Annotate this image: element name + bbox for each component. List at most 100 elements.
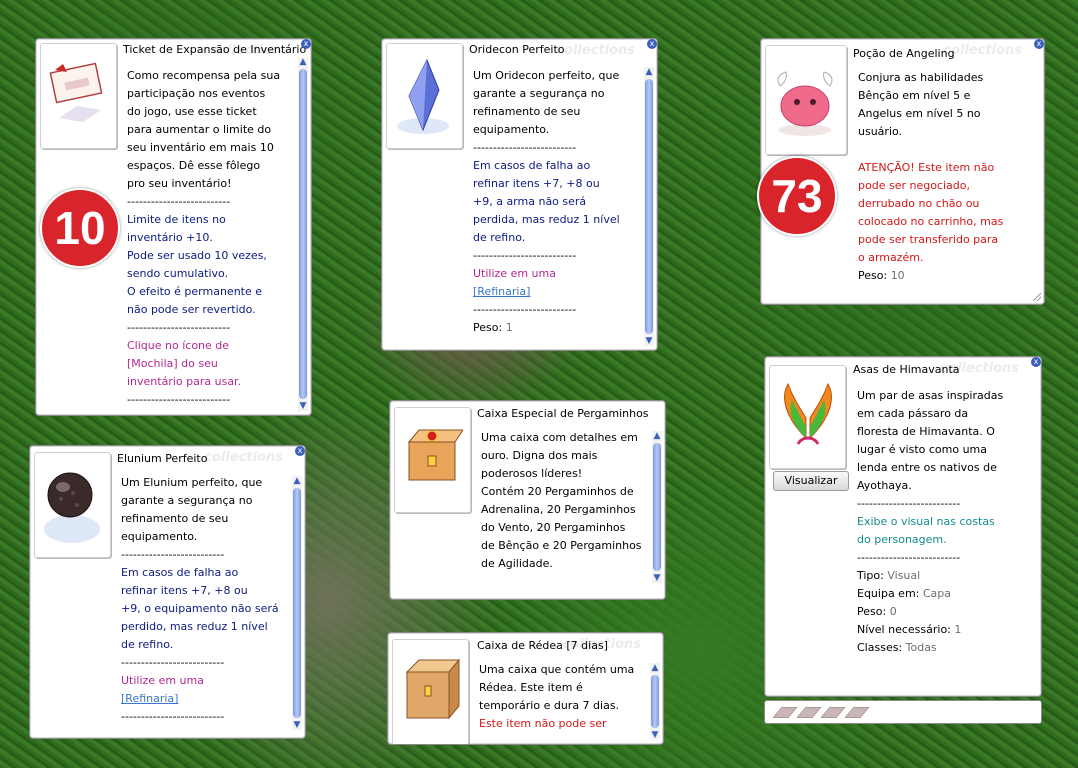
- close-icon[interactable]: x: [1034, 39, 1044, 49]
- card-slot[interactable]: [772, 707, 798, 718]
- separator: --------------------------: [473, 303, 577, 316]
- item-window-oridecon[interactable]: collections Oridecon Perfeito x Um Oride…: [381, 38, 658, 351]
- desc-line: refinamento de seu: [121, 512, 229, 525]
- close-icon[interactable]: x: [295, 446, 305, 456]
- scroll-down-icon[interactable]: ▼: [652, 573, 662, 583]
- classes-label: Classes:: [857, 641, 906, 654]
- desc-line: equipamento.: [473, 123, 550, 136]
- desc-line: Um Elunium perfeito, que: [121, 476, 263, 489]
- desc-line: Em casos de falha ao: [121, 566, 239, 579]
- slot-value: Capa: [922, 587, 952, 600]
- item-icon-frame: [40, 43, 117, 149]
- desc-line: Uma caixa com detalhes em: [481, 431, 638, 444]
- separator: --------------------------: [127, 195, 231, 208]
- desc-line: Clique no ícone de: [127, 339, 230, 352]
- scroll-thumb[interactable]: [293, 488, 301, 718]
- item-icon-frame: [394, 407, 471, 513]
- card-slot[interactable]: [844, 707, 870, 718]
- item-icon-frame: [769, 365, 846, 469]
- scroll-up-icon[interactable]: ▲: [298, 57, 308, 67]
- item-title: Ticket de Expansão de Inventário: [123, 43, 307, 56]
- scroll-thumb[interactable]: [653, 443, 661, 571]
- rein-box-icon: [405, 658, 461, 720]
- desc-line: de refino.: [121, 638, 174, 651]
- item-window-caixa-pergaminhos[interactable]: Caixa Especial de Pergaminhos Uma caixa …: [389, 400, 666, 600]
- item-description: Conjura as habilidades Bênção em nível 5…: [858, 69, 1003, 285]
- warning-line: pode ser negociado,: [858, 179, 970, 192]
- separator: --------------------------: [473, 249, 577, 262]
- visualizar-button[interactable]: Visualizar: [773, 471, 849, 491]
- desc-line: ouro. Digna dos mais: [481, 449, 598, 462]
- scroll-up-icon[interactable]: ▲: [652, 431, 662, 441]
- desc-line: Conjura as habilidades: [858, 71, 984, 84]
- scroll-down-icon[interactable]: ▼: [292, 720, 302, 730]
- item-title: Poção de Angeling: [853, 47, 955, 60]
- warning-line: Este item não pode ser: [479, 717, 607, 730]
- desc-line: Utilize em uma: [121, 674, 204, 687]
- scrollbar[interactable]: ▲ ▼: [298, 57, 308, 411]
- level-label: Nível necessário:: [857, 623, 955, 636]
- separator: --------------------------: [857, 497, 961, 510]
- item-window-asas[interactable]: collections Asas de Himavanta x Visualiz…: [764, 356, 1042, 697]
- desc-line: Em casos de falha ao: [473, 159, 591, 172]
- desc-line: participação nos eventos: [127, 87, 266, 100]
- scroll-thumb[interactable]: [645, 79, 653, 334]
- item-icon-frame: [392, 639, 469, 744]
- level-value: 1: [954, 623, 962, 636]
- desc-line: Contém 20 Pergaminhos de: [481, 485, 634, 498]
- scrollbar[interactable]: ▲ ▼: [650, 663, 660, 740]
- warning-line: pode ser transferido para: [858, 233, 999, 246]
- desc-line: lugar é visto como uma: [857, 443, 988, 456]
- card-slot[interactable]: [820, 707, 846, 718]
- resize-handle[interactable]: [1033, 293, 1041, 301]
- item-description: Um Elunium perfeito, que garante a segur…: [121, 474, 279, 726]
- separator: --------------------------: [121, 548, 225, 561]
- item-window-elunium[interactable]: collections Elunium Perfeito x Um Eluniu…: [29, 445, 306, 739]
- desc-line: seu inventário em mais 10: [127, 141, 274, 154]
- scroll-down-icon[interactable]: ▼: [298, 401, 308, 411]
- desc-line: garante a segurança no: [121, 494, 253, 507]
- desc-line: [Mochila] do seu: [127, 357, 218, 370]
- desc-line: de Agilidade.: [481, 557, 553, 570]
- desc-line: Ayothaya.: [857, 479, 912, 492]
- refinaria-link[interactable]: [Refinaria]: [121, 692, 178, 705]
- classes-value: Todas: [905, 641, 937, 654]
- item-title: Caixa Especial de Pergaminhos: [477, 407, 649, 420]
- scrollbar[interactable]: ▲ ▼: [292, 476, 302, 730]
- desc-line: de Bênção e 20 Pergaminhos: [481, 539, 642, 552]
- desc-line: Um par de asas inspiradas: [857, 389, 1004, 402]
- number-badge: 10: [40, 188, 120, 268]
- scroll-thumb[interactable]: [299, 69, 307, 399]
- weight-value: 0: [889, 605, 897, 618]
- separator: --------------------------: [127, 321, 231, 334]
- desc-line: do jogo, use esse ticket: [127, 105, 257, 118]
- card-slot[interactable]: [796, 707, 822, 718]
- scroll-up-icon[interactable]: ▲: [644, 67, 654, 77]
- scrollbar[interactable]: ▲ ▼: [644, 67, 654, 346]
- scroll-down-icon[interactable]: ▼: [650, 730, 660, 740]
- desc-line: Pode ser usado 10 vezes,: [127, 249, 267, 262]
- scroll-down-icon[interactable]: ▼: [644, 336, 654, 346]
- close-icon[interactable]: x: [301, 39, 311, 49]
- scroll-up-icon[interactable]: ▲: [292, 476, 302, 486]
- weight-label: Peso:: [858, 269, 891, 282]
- desc-line: temporário e dura 7 dias.: [479, 699, 620, 712]
- close-icon[interactable]: x: [647, 39, 657, 49]
- refinaria-link[interactable]: [Refinaria]: [473, 285, 530, 298]
- desc-line: espaços. Dê esse fôlego: [127, 159, 261, 172]
- scroll-up-icon[interactable]: ▲: [650, 663, 660, 673]
- separator: --------------------------: [857, 551, 961, 564]
- weight-value: 10: [890, 269, 905, 282]
- watermark: collections: [204, 450, 283, 465]
- item-window-caixa-redea[interactable]: collections Caixa de Rédea [7 dias] Uma …: [387, 632, 664, 745]
- item-description: Um par de asas inspiradas em cada pássar…: [857, 387, 1003, 657]
- scroll-thumb[interactable]: [651, 675, 659, 728]
- desc-line: Angelus em nível 5 no: [858, 107, 981, 120]
- scrollbar[interactable]: ▲ ▼: [652, 431, 662, 583]
- close-icon[interactable]: x: [1031, 357, 1041, 367]
- desc-line: pro seu inventário!: [127, 177, 232, 190]
- warning-line: o armazém.: [858, 251, 924, 264]
- desc-line: Uma caixa que contém uma: [479, 663, 635, 676]
- item-title: Oridecon Perfeito: [469, 43, 565, 56]
- card-slots-bar: [764, 700, 1042, 724]
